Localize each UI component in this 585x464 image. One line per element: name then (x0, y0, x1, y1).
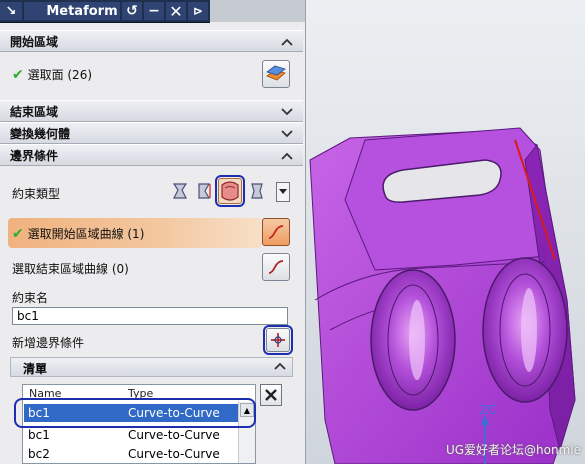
select-end-curve-label[interactable]: 選取結束區域曲線 (0) (12, 260, 129, 277)
list-section-header[interactable]: 清單 (10, 357, 293, 377)
section-boundary-conditions[interactable]: 邊界條件 (0, 144, 303, 166)
metaform-dialog: ↘ Metaform ↺ − ✕ ⊳ 開始區域 ✔ 選取面 (26) 結束區域 (0, 0, 306, 464)
constraint-type-option-2[interactable] (195, 180, 215, 202)
constraint-type-option-4[interactable] (248, 180, 268, 202)
select-face-button[interactable] (262, 60, 290, 88)
constraint-name-label: 約束名 (12, 291, 49, 305)
constraint-name-input[interactable]: bc1 (12, 307, 288, 325)
constraint-type-dropdown[interactable] (276, 182, 290, 202)
dropdown-arrow-icon (279, 189, 287, 194)
dialog-titlebar[interactable]: ↘ Metaform ↺ − ✕ ⊳ (0, 0, 210, 23)
dialog-title: Metaform (24, 2, 120, 20)
constraint-type-label: 約束類型 (12, 187, 61, 201)
resize-arrow-icon[interactable]: ↘ (0, 2, 22, 20)
minimize-button[interactable]: − (144, 2, 164, 20)
constraint-type-4-icon (251, 183, 263, 199)
constraint-type-1-icon (172, 183, 188, 199)
section-label: 變換幾何體 (10, 126, 71, 141)
row-type: Curve-to-Curve (128, 447, 220, 461)
constraint-type-option-3-selected[interactable] (215, 175, 245, 207)
select-start-curve-row[interactable]: ✔ 選取開始區域曲線 (1) (8, 218, 262, 248)
constraint-type-option-1[interactable] (170, 180, 190, 202)
select-face-icon (266, 65, 286, 81)
check-icon: ✔ (12, 226, 24, 242)
chevron-up-icon[interactable] (279, 148, 295, 164)
section-label: 結束區域 (10, 104, 59, 119)
select-face-label: 選取面 (26) (27, 68, 93, 82)
constraint-type-2-icon (198, 183, 211, 199)
list-label: 清單 (23, 362, 48, 376)
add-crosshair-icon (271, 333, 285, 347)
section-transform-geometry[interactable]: 變換幾何體 (0, 122, 303, 144)
chevron-up-icon[interactable] (279, 34, 295, 50)
row-name: bc2 (28, 447, 50, 461)
graphics-viewport[interactable]: ZC UG爱好者论坛@honmle (305, 0, 585, 464)
select-face-row[interactable]: ✔ 選取面 (26) (12, 66, 92, 83)
check-icon: ✔ (12, 67, 24, 83)
zc-axis-label: ZC (480, 403, 497, 417)
close-icon (265, 389, 277, 401)
chevron-down-icon[interactable] (279, 104, 295, 120)
curve-icon (268, 225, 284, 239)
select-end-curve-button[interactable] (262, 253, 290, 281)
add-condition-button[interactable] (263, 325, 293, 355)
chevron-down-icon[interactable] (279, 126, 295, 142)
section-label: 開始區域 (10, 34, 59, 49)
curve-to-curve-icon (221, 181, 239, 201)
annotation-highlight (14, 398, 256, 428)
chevron-up-icon[interactable] (274, 359, 286, 373)
section-label: 邊界條件 (10, 148, 59, 163)
add-condition-label: 新增邊界條件 (12, 336, 85, 350)
select-start-curve-button[interactable] (262, 218, 290, 246)
reset-button[interactable]: ↺ (122, 2, 142, 20)
start-region-body: ✔ 選取面 (26) (0, 52, 303, 100)
remove-condition-button[interactable] (260, 384, 282, 406)
watermark: UG爱好者论坛@honmle (445, 443, 581, 457)
curve-icon (268, 260, 284, 274)
titlebar-background (210, 0, 305, 22)
table-row[interactable]: bc2 Curve-to-Curve (24, 445, 240, 463)
select-start-curve-label: 選取開始區域曲線 (1) (27, 227, 145, 241)
part-model[interactable] (305, 0, 585, 464)
row-name: bc1 (28, 428, 50, 442)
more-button[interactable]: ⊳ (188, 2, 208, 20)
section-end-region[interactable]: 結束區域 (0, 100, 303, 122)
table-row[interactable]: bc1 Curve-to-Curve (24, 426, 240, 444)
row-type: Curve-to-Curve (128, 428, 220, 442)
close-button[interactable]: ✕ (166, 2, 186, 21)
section-start-region[interactable]: 開始區域 (0, 30, 303, 52)
